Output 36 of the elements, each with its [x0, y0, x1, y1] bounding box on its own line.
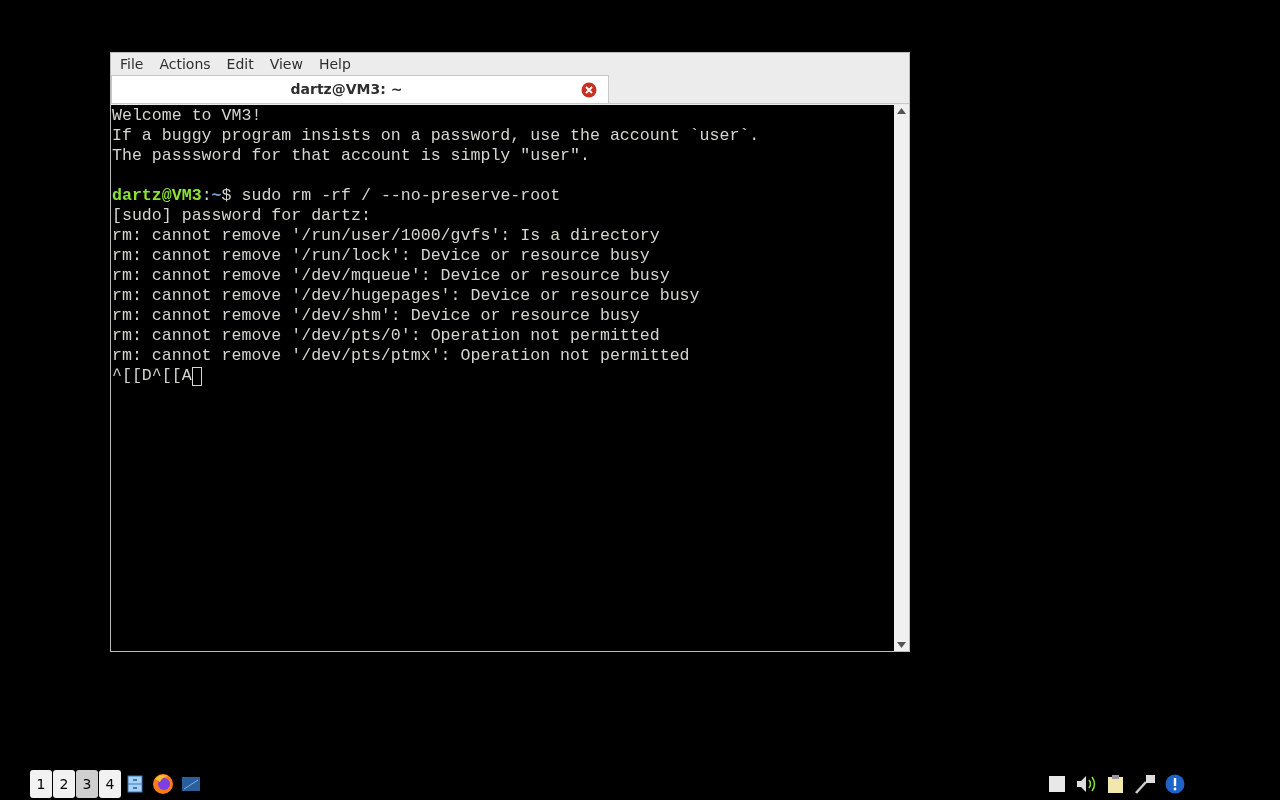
scroll-up-icon[interactable] [897, 108, 906, 114]
scroll-down-icon[interactable] [897, 642, 906, 648]
menu-item[interactable]: File [112, 53, 152, 75]
workspace-button[interactable]: 4 [99, 770, 121, 798]
terminal-line: rm: cannot remove '/dev/pts/0': Operation not permitted [112, 326, 660, 345]
prompt-user-host: dartz@VM3 [112, 186, 202, 205]
command-text: sudo rm -rf / --no-preserve-root [240, 186, 561, 205]
terminal-line: The passsword for that account is simply "user". [112, 146, 590, 165]
prompt-separator: : [201, 186, 212, 205]
workspace-button[interactable]: 3 [76, 770, 98, 798]
terminal-line: rm: cannot remove '/dev/pts/ptmx': Operation not permitted [112, 346, 690, 365]
text-cursor [191, 366, 202, 386]
terminal-line: rm: cannot remove '/dev/hugepages': Device or resource busy [112, 286, 700, 305]
info-icon[interactable] [1165, 774, 1185, 794]
typed-text: ^[[D^[[A [112, 366, 192, 386]
terminal-line: Welcome to VM3! [112, 106, 262, 125]
menu-item[interactable]: View [261, 53, 311, 75]
file-cabinet-icon[interactable] [127, 775, 143, 793]
menu-item[interactable]: Edit [218, 53, 262, 75]
terminal-line: rm: cannot remove '/dev/shm': Device or resource busy [112, 306, 640, 325]
menu-item[interactable]: Actions [151, 53, 219, 75]
workspace-button[interactable]: 1 [30, 770, 52, 798]
workspace-button[interactable]: 2 [53, 770, 75, 798]
prompt-symbol: $ [221, 186, 232, 205]
terminal-line: rm: cannot remove '/dev/mqueue': Device or resource busy [112, 266, 670, 285]
terminal-line: rm: cannot remove '/run/lock': Device or resource busy [112, 246, 650, 265]
terminal-line: If a buggy program insists on a password, use the account `user`. [112, 126, 760, 145]
volume-icon[interactable] [1076, 774, 1098, 794]
tab[interactable]: dartz@VM3: ~ [111, 75, 609, 103]
terminal-line: [sudo] password for dartz: [112, 206, 371, 225]
menu-item[interactable]: Help [310, 53, 359, 75]
close-icon[interactable] [581, 81, 597, 98]
scrollbar[interactable] [894, 105, 909, 651]
terminal-line: rm: cannot remove '/run/user/1000/gvfs': Is a directory [112, 226, 660, 245]
prompt-path: ~ [211, 186, 222, 205]
clipboard-icon[interactable] [1106, 774, 1126, 794]
